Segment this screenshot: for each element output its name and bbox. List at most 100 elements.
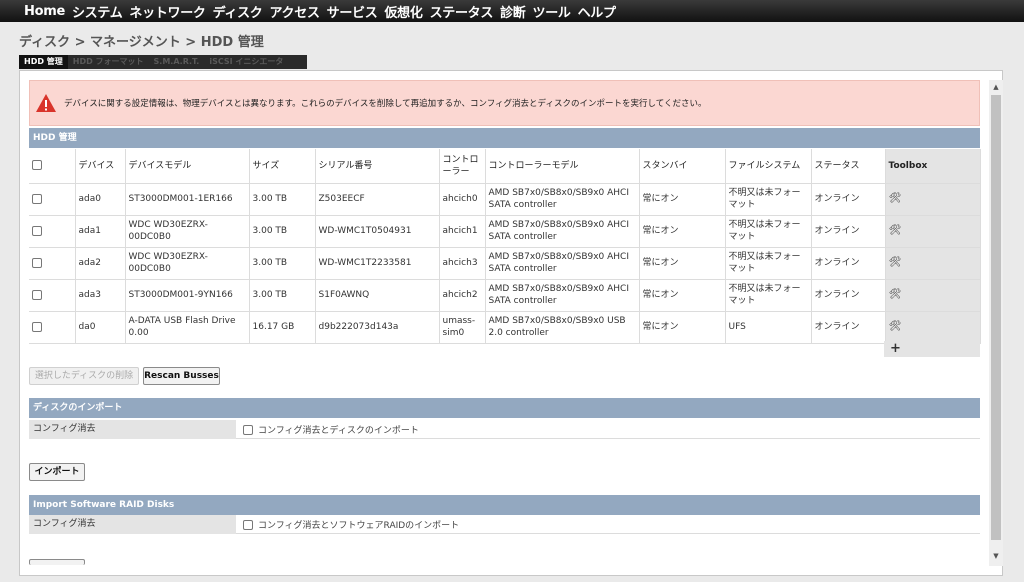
select-all-checkbox[interactable] [29, 149, 76, 184]
cell-controller: ahcich1 [439, 215, 486, 248]
import-config-checkbox-label[interactable]: コンフィグ消去とディスクのインポート [258, 423, 419, 436]
cell-size: 3.00 TB [249, 183, 316, 216]
delete-selected-button[interactable]: 選択したディスクの削除 [29, 367, 139, 385]
cell-filesystem: 不明又は未フォーマット [725, 183, 812, 216]
scrollbar-thumb[interactable] [991, 95, 1001, 540]
tab-hdd-management[interactable]: HDD 管理 [19, 55, 68, 69]
cell-model: WDC WD30EZRX-00DC0B0 [125, 247, 250, 280]
row-toolbox: 🛠 [885, 279, 981, 312]
menu-access[interactable]: アクセス [270, 2, 320, 21]
rescan-busses-button[interactable]: Rescan Busses [143, 367, 220, 385]
breadcrumb: ディスク > マネージメント > HDD 管理 [19, 35, 264, 50]
col-status: ステータス [811, 149, 886, 184]
vertical-scrollbar[interactable]: ▲ ▼ [989, 80, 1003, 566]
tab-smart[interactable]: S.M.A.R.T. [149, 55, 205, 69]
scroll-up-icon[interactable]: ▲ [989, 83, 1003, 91]
warning-triangle-icon [36, 94, 56, 112]
menu-disks[interactable]: ディスク [213, 2, 263, 21]
menu-home[interactable]: Home [24, 4, 65, 19]
row-checkbox[interactable] [29, 183, 76, 216]
cell-controller-model: AMD SB7x0/SB8x0/SB9x0 AHCI SATA controll… [485, 247, 640, 280]
cell-status: オンライン [811, 183, 886, 216]
cell-controller-model: AMD SB7x0/SB8x0/SB9x0 AHCI SATA controll… [485, 215, 640, 248]
wrench-icon[interactable]: 🛠 [889, 257, 902, 268]
menu-help[interactable]: ヘルプ [578, 2, 616, 21]
cell-model: A-DATA USB Flash Drive 0.00 [125, 311, 250, 344]
raid-import-button-partial[interactable] [29, 559, 85, 565]
import-button[interactable]: インポート [29, 463, 85, 481]
cell-model: WDC WD30EZRX-00DC0B0 [125, 215, 250, 248]
disk-table: デバイス デバイスモデル サイズ シリアル番号 コントローラー コントローラーモ… [29, 149, 981, 344]
cell-standby: 常にオン [639, 247, 726, 280]
col-device: デバイス [75, 149, 126, 184]
import-config-value: コンフィグ消去とディスクのインポート [243, 420, 419, 439]
col-standby: スタンバイ [639, 149, 726, 184]
table-row: ada1 WDC WD30EZRX-00DC0B0 3.00 TB WD-WMC… [29, 215, 981, 248]
menu-network[interactable]: ネットワーク [129, 2, 206, 21]
raid-config-checkbox[interactable] [243, 519, 253, 530]
cell-size: 3.00 TB [249, 279, 316, 312]
cell-status: オンライン [811, 247, 886, 280]
hdd-section-header: HDD 管理 [29, 128, 980, 148]
row-checkbox[interactable] [29, 311, 76, 344]
raid-section-header: Import Software RAID Disks [29, 495, 980, 515]
menu-virtualization[interactable]: 仮想化 [384, 2, 422, 21]
cell-controller: ahcich3 [439, 247, 486, 280]
cell-device: ada1 [75, 215, 126, 248]
menu-tools[interactable]: ツール [533, 2, 571, 21]
cell-controller: ahcich0 [439, 183, 486, 216]
menu-system[interactable]: システム [72, 2, 123, 21]
cell-standby: 常にオン [639, 279, 726, 312]
cell-serial: WD-WMC1T2233581 [315, 247, 440, 280]
col-controller-model: コントローラーモデル [485, 149, 640, 184]
cell-device: da0 [75, 311, 126, 344]
cell-device: ada3 [75, 279, 126, 312]
wrench-icon[interactable]: 🛠 [889, 225, 902, 236]
table-row: ada0 ST3000DM001-1ER166 3.00 TB Z503EECF… [29, 183, 981, 216]
tab-hdd-format[interactable]: HDD フォーマット [68, 55, 149, 69]
tab-bar: HDD 管理 HDD フォーマット S.M.A.R.T. iSCSI イニシエー… [19, 55, 307, 69]
cell-controller-model: AMD SB7x0/SB8x0/SB9x0 USB 2.0 controller [485, 311, 640, 344]
cell-size: 3.00 TB [249, 247, 316, 280]
col-toolbox: Toolbox [885, 149, 981, 184]
wrench-icon[interactable]: 🛠 [889, 193, 902, 204]
tab-iscsi-initiator[interactable]: iSCSI イニシエータ [204, 55, 288, 69]
cell-serial: Z503EECF [315, 183, 440, 216]
warning-banner: デバイスに関する設定情報は、物理デバイスとは異なります。これらのデバイスを削除し… [29, 80, 980, 126]
row-checkbox[interactable] [29, 215, 76, 248]
raid-config-checkbox-label[interactable]: コンフィグ消去とソフトウェアRAIDのインポート [258, 518, 459, 531]
add-disk-button[interactable]: + [884, 341, 980, 357]
wrench-icon[interactable]: 🛠 [889, 321, 902, 332]
row-checkbox[interactable] [29, 247, 76, 280]
table-row: da0 A-DATA USB Flash Drive 0.00 16.17 GB… [29, 311, 981, 344]
menu-services[interactable]: サービス [327, 2, 378, 21]
cell-status: オンライン [811, 311, 886, 344]
table-row: ada2 WDC WD30EZRX-00DC0B0 3.00 TB WD-WMC… [29, 247, 981, 280]
menu-diagnostics[interactable]: 診断 [500, 2, 526, 21]
cell-controller: ahcich2 [439, 279, 486, 312]
menu-status[interactable]: ステータス [430, 2, 494, 21]
row-toolbox: 🛠 [885, 247, 981, 280]
cell-standby: 常にオン [639, 311, 726, 344]
cell-serial: WD-WMC1T0504931 [315, 215, 440, 248]
cell-status: オンライン [811, 215, 886, 248]
cell-device: ada0 [75, 183, 126, 216]
scroll-down-icon[interactable]: ▼ [989, 552, 1003, 560]
table-row: ada3 ST3000DM001-9YN166 3.00 TB S1F0AWNQ… [29, 279, 981, 312]
import-config-checkbox[interactable] [243, 424, 253, 435]
col-controller: コントローラー [439, 149, 486, 184]
import-section-header: ディスクのインポート [29, 398, 980, 418]
cell-size: 16.17 GB [249, 311, 316, 344]
cell-standby: 常にオン [639, 215, 726, 248]
raid-config-value: コンフィグ消去とソフトウェアRAIDのインポート [243, 515, 459, 534]
cell-standby: 常にオン [639, 183, 726, 216]
cell-filesystem: 不明又は未フォーマット [725, 247, 812, 280]
row-checkbox[interactable] [29, 279, 76, 312]
wrench-icon[interactable]: 🛠 [889, 289, 902, 300]
cell-filesystem: UFS [725, 311, 812, 344]
row-toolbox: 🛠 [885, 311, 981, 344]
top-menu-bar: Home システム ネットワーク ディスク アクセス サービス 仮想化 ステータ… [0, 0, 1024, 22]
col-filesystem: ファイルシステム [725, 149, 812, 184]
col-serial: シリアル番号 [315, 149, 440, 184]
import-config-label: コンフィグ消去 [29, 420, 236, 439]
